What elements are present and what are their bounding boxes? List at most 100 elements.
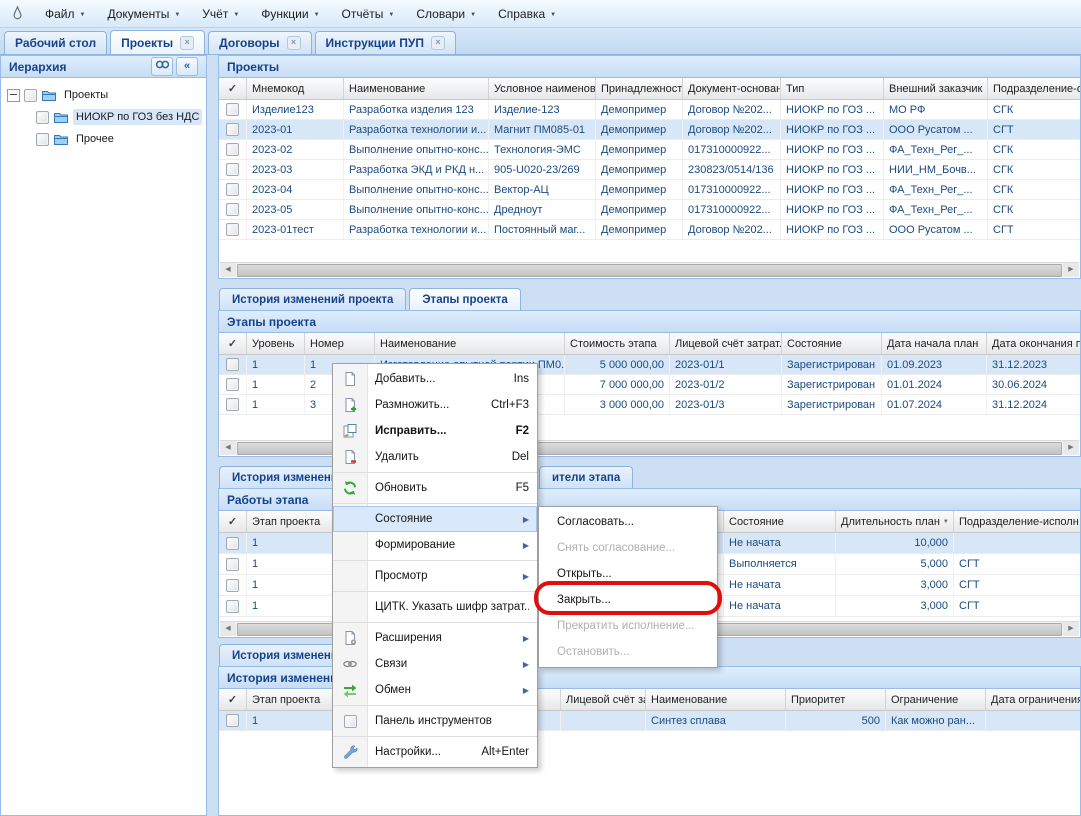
column-header[interactable]: Мнемокод bbox=[247, 78, 344, 99]
row-checkbox[interactable] bbox=[226, 103, 239, 116]
tab-close-icon[interactable]: × bbox=[431, 36, 445, 50]
scrollbar-left-arrow-icon[interactable]: ◀ bbox=[220, 441, 236, 455]
table-row[interactable]: 2023-04Выполнение опытно-конс...Вектор-А… bbox=[219, 180, 1080, 200]
table-row[interactable]: 2023-01тестРазработка технологии и...Пос… bbox=[219, 220, 1080, 240]
tab-project-change-history[interactable]: История изменений проекта bbox=[219, 288, 406, 310]
tab-project-stages[interactable]: Этапы проекта bbox=[409, 288, 520, 310]
menu-item-duplicate[interactable]: Размножить...Ctrl+F3 bbox=[333, 392, 537, 418]
menubar-item[interactable]: Учёт▼ bbox=[191, 0, 250, 27]
tab-close-icon[interactable]: × bbox=[287, 36, 301, 50]
column-header[interactable]: Состояние bbox=[782, 333, 882, 354]
column-header[interactable]: Дата окончания п bbox=[987, 333, 1081, 354]
column-header[interactable]: Наименование bbox=[344, 78, 489, 99]
column-header[interactable]: Наименование bbox=[646, 689, 786, 710]
row-checkbox[interactable] bbox=[226, 714, 239, 727]
menubar-item[interactable]: Словари▼ bbox=[405, 0, 487, 27]
tree-checkbox[interactable] bbox=[36, 133, 49, 146]
column-header[interactable]: Наименование bbox=[375, 333, 565, 354]
row-checkbox[interactable] bbox=[226, 378, 239, 391]
submenu-item-close[interactable]: Закрыть... bbox=[539, 587, 717, 613]
tab-pup-instructions[interactable]: Инструкции ПУП× bbox=[315, 31, 456, 54]
menu-item-state[interactable]: Состояние▶ bbox=[333, 506, 537, 532]
table-row[interactable]: 2023-03Разработка ЭКД и РКД н...905-U020… bbox=[219, 160, 1080, 180]
row-checkbox[interactable] bbox=[226, 123, 239, 136]
menubar-item[interactable]: Справка▼ bbox=[487, 0, 567, 27]
select-all-header[interactable]: ✓ bbox=[219, 78, 247, 99]
menu-item-settings[interactable]: Настройки...Alt+Enter bbox=[333, 739, 537, 765]
row-checkbox[interactable] bbox=[226, 579, 239, 592]
row-checkbox[interactable] bbox=[226, 183, 239, 196]
column-header[interactable]: Длительность план▼ bbox=[836, 511, 954, 532]
menu-item-toolbar-panel[interactable]: Панель инструментов bbox=[333, 708, 537, 734]
column-header[interactable]: Лицевой счёт затрат. bbox=[670, 333, 782, 354]
column-header[interactable]: Лицевой счёт затр bbox=[561, 689, 646, 710]
row-checkbox[interactable] bbox=[226, 600, 239, 613]
tab-close-icon[interactable]: × bbox=[180, 36, 194, 50]
menubar-item[interactable]: Функции▼ bbox=[250, 0, 330, 27]
column-header[interactable]: Дата начала план bbox=[882, 333, 987, 354]
row-checkbox[interactable] bbox=[226, 558, 239, 571]
row-checkbox[interactable] bbox=[226, 398, 239, 411]
column-header[interactable]: Тип bbox=[781, 78, 884, 99]
tree-expander-icon[interactable] bbox=[7, 89, 20, 102]
column-header[interactable]: Приоритет bbox=[786, 689, 886, 710]
select-all-header[interactable]: ✓ bbox=[219, 333, 247, 354]
row-checkbox[interactable] bbox=[226, 358, 239, 371]
menu-item-delete[interactable]: УдалитьDel bbox=[333, 444, 537, 470]
scrollbar-left-arrow-icon[interactable]: ◀ bbox=[220, 622, 236, 636]
column-header[interactable]: Номер bbox=[305, 333, 375, 354]
column-header[interactable]: Документ-основан bbox=[683, 78, 781, 99]
column-header[interactable]: Стоимость этапа bbox=[565, 333, 670, 354]
menu-item-view[interactable]: Просмотр▶ bbox=[333, 563, 537, 589]
row-checkbox[interactable] bbox=[226, 223, 239, 236]
menu-item-citk-cost-code[interactable]: ЦИТК. Указать шифр затрат... bbox=[333, 594, 537, 620]
menubar-item[interactable]: Документы▼ bbox=[96, 0, 191, 27]
column-header[interactable]: Подразделение-исполн bbox=[954, 511, 1081, 532]
menubar-item[interactable]: Файл▼ bbox=[34, 0, 96, 27]
table-row[interactable]: Изделие123Разработка изделия 123Изделие-… bbox=[219, 100, 1080, 120]
tab-stage-performers[interactable]: ители этапа bbox=[539, 466, 633, 488]
row-checkbox[interactable] bbox=[226, 203, 239, 216]
menu-item-extensions[interactable]: Расширения▶ bbox=[333, 625, 537, 651]
tree-node-niokr-goz-no-vat[interactable]: НИОКР по ГОЗ без НДС bbox=[1, 106, 206, 128]
tab-projects[interactable]: Проекты× bbox=[110, 30, 205, 54]
menu-item-add[interactable]: Добавить...Ins bbox=[333, 366, 537, 392]
scrollbar-thumb[interactable] bbox=[237, 264, 1062, 277]
column-header[interactable]: Уровень bbox=[247, 333, 305, 354]
column-header[interactable]: Внешний заказчик bbox=[884, 78, 988, 99]
collapse-panel-button[interactable]: « bbox=[176, 57, 198, 76]
scrollbar-right-arrow-icon[interactable]: ▶ bbox=[1063, 263, 1079, 277]
scrollbar-right-arrow-icon[interactable]: ▶ bbox=[1063, 622, 1079, 636]
row-checkbox[interactable] bbox=[226, 537, 239, 550]
submenu-item-approve[interactable]: Согласовать... bbox=[539, 509, 717, 535]
tree-node-other[interactable]: Прочее bbox=[1, 128, 206, 150]
tab-contracts[interactable]: Договоры× bbox=[208, 31, 311, 54]
table-row[interactable]: 2023-02Выполнение опытно-конс...Технолог… bbox=[219, 140, 1080, 160]
select-all-header[interactable]: ✓ bbox=[219, 511, 247, 532]
menu-item-edit[interactable]: Исправить...F2 bbox=[333, 418, 537, 444]
submenu-item-open[interactable]: Открыть... bbox=[539, 561, 717, 587]
tab-desktop[interactable]: Рабочий стол bbox=[4, 31, 107, 54]
scrollbar-right-arrow-icon[interactable]: ▶ bbox=[1063, 441, 1079, 455]
table-row[interactable]: 2023-01Разработка технологии и...Магнит … bbox=[219, 120, 1080, 140]
scrollbar-left-arrow-icon[interactable]: ◀ bbox=[220, 263, 236, 277]
menu-item-links[interactable]: Связи▶ bbox=[333, 651, 537, 677]
row-checkbox[interactable] bbox=[226, 163, 239, 176]
menubar-item[interactable]: Отчёты▼ bbox=[331, 0, 406, 27]
column-header[interactable]: Условное наименова bbox=[489, 78, 596, 99]
column-header[interactable]: Дата ограничения bbox=[986, 689, 1081, 710]
column-header[interactable]: Состояние bbox=[724, 511, 836, 532]
menu-item-refresh[interactable]: ОбновитьF5 bbox=[333, 475, 537, 501]
tree-checkbox[interactable] bbox=[24, 89, 37, 102]
column-header[interactable]: Подразделение-от bbox=[988, 78, 1081, 99]
column-header[interactable]: Принадлежность bbox=[596, 78, 683, 99]
tree-node-projects-root[interactable]: Проекты bbox=[1, 84, 206, 106]
column-header[interactable]: Ограничение bbox=[886, 689, 986, 710]
horizontal-scrollbar[interactable]: ◀ ▶ bbox=[220, 262, 1079, 277]
row-checkbox[interactable] bbox=[226, 143, 239, 156]
tree-checkbox[interactable] bbox=[36, 111, 49, 124]
select-all-header[interactable]: ✓ bbox=[219, 689, 247, 710]
table-row[interactable]: 2023-05Выполнение опытно-конс...Дредноут… bbox=[219, 200, 1080, 220]
search-button[interactable] bbox=[151, 57, 173, 76]
menu-item-exchange[interactable]: Обмен▶ bbox=[333, 677, 537, 703]
